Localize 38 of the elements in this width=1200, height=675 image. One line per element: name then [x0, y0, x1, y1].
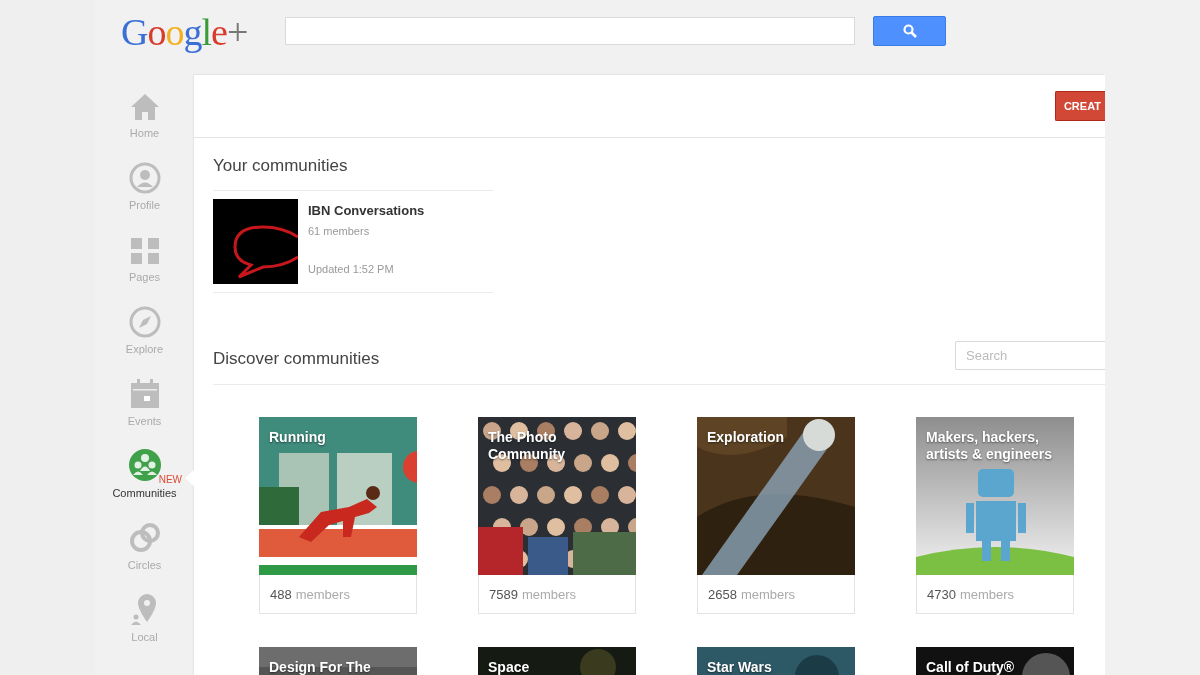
pages-icon: [128, 236, 161, 266]
new-label: NEW: [158, 474, 182, 485]
circles-icon: [128, 522, 161, 554]
sidebar-item[interactable]: Local: [95, 592, 194, 664]
member-count: 7589 members: [478, 575, 636, 614]
community-title[interactable]: Exploration: [707, 429, 847, 446]
member-count: 2658 members: [697, 575, 855, 614]
updated-time: Updated 1:52 PM: [308, 263, 395, 275]
sidebar-item[interactable]: Pages: [95, 232, 194, 304]
section-title: Discover communities: [213, 348, 380, 369]
member-count: 488 members: [259, 575, 417, 614]
search-field[interactable]: [285, 16, 856, 45]
calendar-icon: [128, 378, 161, 410]
compass-icon: [128, 306, 161, 338]
search-icon: [902, 23, 917, 38]
community-name[interactable]: IBN Conversations: [308, 203, 425, 218]
sidebar-item[interactable]: Circles: [95, 520, 194, 592]
sidebar-label: Circles: [127, 559, 162, 571]
search-button[interactable]: [873, 15, 947, 46]
member-count: 61 members: [308, 225, 371, 237]
sidebar-label: Profile: [128, 199, 161, 211]
section-title: Your communities: [213, 156, 349, 176]
search-field[interactable]: Search: [955, 341, 1105, 370]
sidebar-item[interactable]: Home: [95, 88, 194, 160]
sidebar-label: Events: [127, 415, 162, 427]
profile-icon: [128, 162, 161, 194]
logo[interactable]: Google+: [121, 9, 248, 54]
sidebar-item[interactable]: Explore: [95, 304, 194, 376]
sidebar-label: Pages: [128, 271, 161, 283]
community-title[interactable]: Running: [269, 429, 409, 446]
member-count: 4730 members: [916, 575, 1074, 614]
sidebar-label: Home: [129, 127, 160, 139]
sidebar-label: Explore: [125, 343, 164, 355]
create-button[interactable]: CREAT: [1054, 91, 1105, 121]
sidebar-item[interactable]: Events: [95, 376, 194, 448]
community-title[interactable]: Makers, hackers, artists & engineers: [926, 429, 1066, 463]
sidebar-label: Local: [131, 631, 158, 643]
sidebar-label: Communities: [112, 487, 177, 499]
